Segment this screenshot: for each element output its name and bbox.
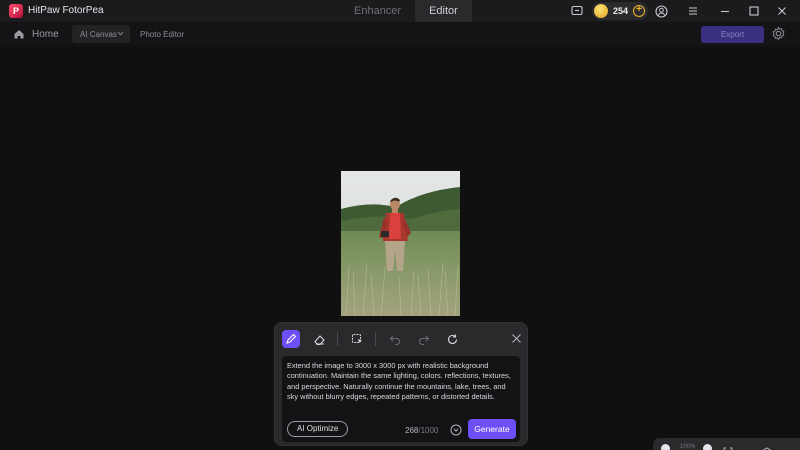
coin-icon <box>594 4 608 18</box>
credits-badge[interactable]: 254 + <box>592 2 648 20</box>
zoom-level: 100% <box>680 444 696 450</box>
reset-icon[interactable] <box>443 330 461 348</box>
gear-icon[interactable] <box>771 26 788 43</box>
app-logo-icon: P <box>9 4 23 18</box>
prompt-input[interactable]: Extend the image to 3000 x 3000 px with … <box>282 356 520 442</box>
home-icon[interactable] <box>13 27 27 41</box>
prompt-text[interactable]: Extend the image to 3000 x 3000 px with … <box>287 361 515 402</box>
minimize-icon[interactable] <box>717 3 733 19</box>
account-icon[interactable] <box>653 3 669 19</box>
ai-optimize-button[interactable]: AI Optimize <box>287 421 349 437</box>
undo-icon[interactable] <box>386 330 404 348</box>
char-count-current: 268 <box>405 426 419 435</box>
eraser-icon[interactable] <box>310 330 328 348</box>
menu-icon[interactable] <box>685 3 701 19</box>
mode-tabs: Enhancer Editor <box>340 0 472 22</box>
char-counter: 268/1000 <box>405 426 438 435</box>
close-icon[interactable] <box>511 331 523 343</box>
app-window: P HitPaw FotorPea Enhancer Editor 254 + <box>0 0 800 450</box>
app-name: HitPaw FotorPea <box>28 5 104 16</box>
brush-icon[interactable] <box>282 330 300 348</box>
layers-icon[interactable] <box>761 442 773 450</box>
char-count-max: /1000 <box>418 426 439 435</box>
title-bar: P HitPaw FotorPea Enhancer Editor 254 + <box>0 0 800 22</box>
zoom-in-button[interactable] <box>703 444 712 450</box>
toolbar-divider <box>375 332 376 346</box>
redo-icon[interactable] <box>415 330 433 348</box>
tab-enhancer[interactable]: Enhancer <box>340 0 415 22</box>
add-credits-button[interactable]: + <box>633 5 646 17</box>
canvas-photo[interactable] <box>341 171 460 316</box>
editor-toolbar: Home AI Canvas Photo Editor Export <box>0 22 800 46</box>
selection-icon[interactable] <box>348 330 366 348</box>
ai-canvas-label: AI Canvas <box>80 29 117 39</box>
credit-count: 254 <box>613 6 629 16</box>
close-icon[interactable] <box>774 3 790 19</box>
photo-editor-link[interactable]: Photo Editor <box>140 30 184 39</box>
prompt-panel: Extend the image to 3000 x 3000 px with … <box>274 322 528 446</box>
tab-editor[interactable]: Editor <box>415 0 472 22</box>
chevron-down-circle-icon[interactable] <box>450 423 462 436</box>
ai-canvas-dropdown[interactable]: AI Canvas <box>72 25 130 43</box>
zoom-out-button[interactable] <box>661 444 670 450</box>
home-link[interactable]: Home <box>32 29 59 40</box>
generate-button[interactable]: Generate <box>468 419 516 439</box>
fit-screen-icon[interactable] <box>723 442 733 450</box>
toolbar-divider <box>337 332 338 346</box>
maximize-icon[interactable] <box>746 3 762 19</box>
message-icon[interactable] <box>569 3 585 19</box>
zoom-control: 100% <box>653 438 800 450</box>
chevron-down-icon <box>117 30 124 39</box>
export-button[interactable]: Export <box>701 26 764 43</box>
